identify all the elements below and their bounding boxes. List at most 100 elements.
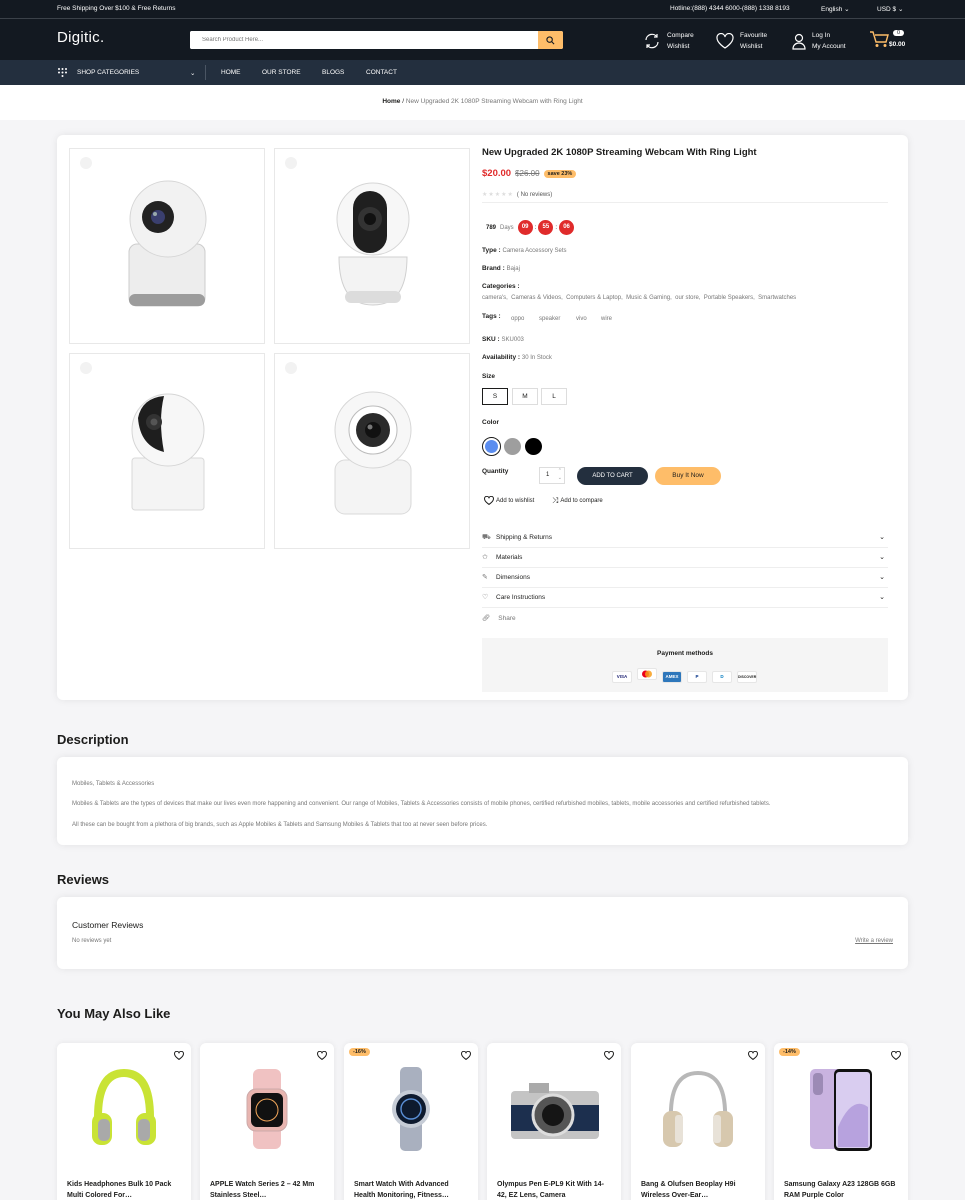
size-m-button[interactable]: M	[512, 388, 538, 405]
share-link[interactable]: 🔗︎ Share	[482, 614, 516, 623]
account-link[interactable]: Log In My Account	[792, 30, 846, 52]
product-name[interactable]: Samsung Galaxy A23 128GB 6GB RAM Purple …	[784, 1179, 899, 1200]
breadcrumb: Home / New Upgraded 2K 1080P Streaming W…	[0, 85, 965, 120]
accordion-care[interactable]: ♡ Care Instructions ⌄	[482, 588, 888, 608]
zoom-icon[interactable]	[80, 157, 92, 169]
product-image-1[interactable]	[69, 148, 265, 344]
color-label: Color	[482, 419, 499, 426]
heart-icon[interactable]	[748, 1051, 758, 1060]
zoom-icon[interactable]	[285, 157, 297, 169]
tag-wire[interactable]: wire	[601, 316, 612, 322]
brand-row: Brand : Bajaj	[482, 265, 520, 272]
language-select[interactable]: English ⌄	[821, 5, 850, 13]
paypal-icon: P	[687, 671, 707, 683]
wishlist-label: Add to wishlist	[496, 497, 535, 504]
tag-vivo[interactable]: vivo	[576, 316, 587, 322]
description-title: Description	[57, 732, 129, 747]
write-review-link[interactable]: Write a review	[855, 938, 893, 944]
accordion-shipping[interactable]: ⛟ Shipping & Returns ⌄	[482, 528, 888, 548]
color-swatch-blue[interactable]	[482, 437, 501, 456]
currency-select[interactable]: USD $ ⌄	[877, 5, 903, 13]
product-card-headphones[interactable]: Kids Headphones Bulk 10 Pack Multi Color…	[57, 1043, 191, 1200]
heart-icon[interactable]	[891, 1051, 901, 1060]
product-card-olympus-camera[interactable]: Olympus Pen E-PL9 Kit With 14-42, EZ Len…	[487, 1043, 621, 1200]
tag-oppo[interactable]: oppo	[511, 316, 524, 322]
product-image-3[interactable]	[69, 353, 265, 549]
cart-total: $0.00	[889, 41, 906, 48]
price-row: $20.00 $26.00 save 23%	[482, 168, 577, 179]
top-bar: Free Shipping Over $100 & Free Returns H…	[0, 0, 965, 18]
product-name[interactable]: Smart Watch With Advanced Health Monitor…	[354, 1179, 469, 1200]
product-name[interactable]: APPLE Watch Series 2 – 42 Mm Stainless S…	[210, 1179, 325, 1200]
chevron-up-icon[interactable]: ⌃	[558, 468, 562, 474]
size-l-button[interactable]: L	[541, 388, 567, 405]
product-image-2[interactable]	[274, 148, 470, 344]
search-input[interactable]	[190, 31, 537, 49]
tag-speaker[interactable]: speaker	[539, 316, 560, 322]
description-card: Mobiles, Tablets & Accessories Mobiles &…	[57, 757, 908, 845]
amex-icon: AMEX	[662, 671, 682, 683]
shop-categories-button[interactable]: SHOP CATEGORIES	[77, 69, 139, 76]
description-paragraph: Mobiles & Tablets are the types of devic…	[72, 801, 771, 807]
nav-contact[interactable]: CONTACT	[366, 69, 397, 76]
heart-icon[interactable]	[604, 1051, 614, 1060]
search-icon	[546, 35, 555, 44]
accordion-dimensions[interactable]: ✎ Dimensions ⌄	[482, 568, 888, 588]
chevron-down-icon: ⌄	[879, 534, 885, 541]
heart-icon[interactable]	[461, 1051, 471, 1060]
product-name[interactable]: Kids Headphones Bulk 10 Pack Multi Color…	[67, 1179, 182, 1200]
logo[interactable]: Digitic.	[57, 29, 104, 46]
accordion-materials[interactable]: ✩ Materials ⌄	[482, 548, 888, 568]
categories-value: camera's, Cameras & Videos, Computers & …	[482, 295, 797, 301]
heart-icon[interactable]	[317, 1051, 327, 1060]
reviews-card: Customer Reviews No reviews yet Write a …	[57, 897, 908, 969]
currency-value: USD $	[877, 6, 897, 13]
heart-icon	[484, 496, 494, 505]
color-swatch-gray[interactable]	[504, 438, 521, 455]
size-s-button[interactable]: S	[482, 388, 508, 405]
search-button[interactable]	[538, 31, 563, 49]
favourite-label: Favourite	[740, 32, 768, 39]
favourite-link[interactable]: Favourite Wishlist	[716, 30, 767, 52]
star-rating-icon: ★★★★★	[482, 192, 514, 198]
categories-label: Categories :	[482, 283, 520, 290]
product-card-galaxy-a23[interactable]: -14% Samsung Galaxy A23 128GB 6GB RAM Pu…	[774, 1043, 908, 1200]
product-name[interactable]: Olympus Pen E-PL9 Kit With 14-42, EZ Len…	[497, 1179, 612, 1200]
product-card-apple-watch[interactable]: APPLE Watch Series 2 – 42 Mm Stainless S…	[200, 1043, 334, 1200]
cart-link[interactable]: 0 $0.00	[869, 29, 914, 51]
nav-blogs[interactable]: BLOGS	[322, 69, 344, 76]
heart-icon	[716, 33, 734, 49]
availability-label: Availability :	[482, 354, 521, 361]
product-card-smart-watch[interactable]: -16% Smart Watch With Advanced Health Mo…	[344, 1043, 478, 1200]
link-icon: 🔗︎	[482, 615, 491, 622]
add-to-cart-button[interactable]: ADD TO CART	[577, 467, 648, 485]
add-to-compare-link[interactable]: ⤨ Add to compare	[552, 496, 603, 506]
zoom-icon[interactable]	[285, 362, 297, 374]
color-swatch-black[interactable]	[525, 438, 542, 455]
compare-label: Add to compare	[560, 498, 603, 504]
reviews-count[interactable]: ( No reviews)	[517, 192, 552, 198]
zoom-icon[interactable]	[80, 362, 92, 374]
old-price: $26.00	[515, 169, 540, 178]
favourite-sublabel: Wishlist	[740, 43, 763, 50]
watch-image	[392, 1067, 430, 1151]
product-name[interactable]: Bang & Olufsen Beoplay H9i Wireless Over…	[641, 1179, 756, 1200]
type-value: Camera Accessory Sets	[502, 248, 567, 254]
breadcrumb-home[interactable]: Home	[382, 98, 400, 105]
chevron-down-icon[interactable]: ⌄	[558, 475, 562, 481]
product-card-beoplay[interactable]: Bang & Olufsen Beoplay H9i Wireless Over…	[631, 1043, 765, 1200]
quantity-value: 1	[546, 472, 550, 478]
buy-now-button[interactable]: Buy It Now	[655, 467, 721, 485]
webcam-image	[334, 391, 412, 515]
quantity-stepper[interactable]: 1 ⌃ ⌄	[539, 467, 565, 484]
chevron-down-icon[interactable]: ⌄	[190, 69, 195, 77]
truck-icon: ⛟	[482, 534, 491, 541]
nav-home[interactable]: HOME	[221, 69, 241, 76]
heart-icon[interactable]	[174, 1051, 184, 1060]
product-image-4[interactable]	[274, 353, 470, 549]
compare-link[interactable]: Compare Wishlist	[643, 30, 694, 52]
add-to-wishlist-link[interactable]: Add to wishlist	[484, 496, 534, 505]
payment-methods-box: Payment methods VISA AMEX P D DISCOVER	[482, 638, 888, 692]
nav-our-store[interactable]: OUR STORE	[262, 69, 301, 76]
main-nav: SHOP CATEGORIES ⌄ HOME OUR STORE BLOGS C…	[0, 60, 965, 85]
